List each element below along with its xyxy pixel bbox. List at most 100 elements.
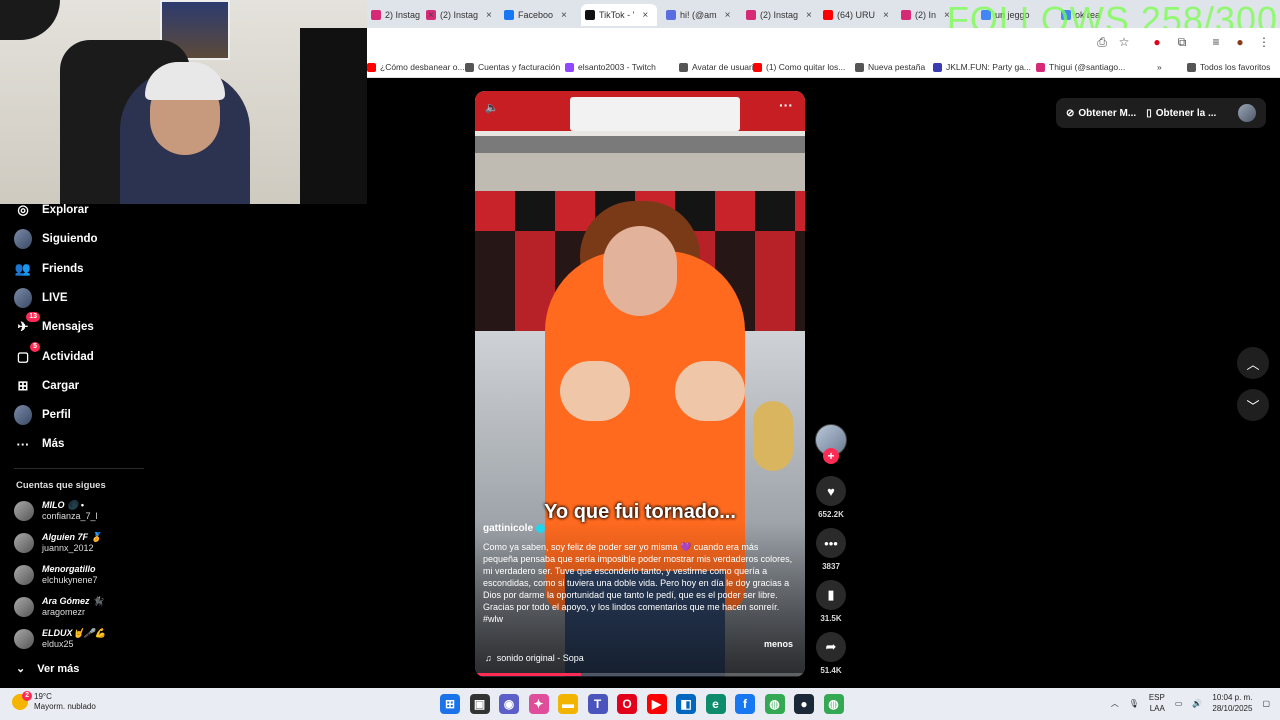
chrome-icon[interactable]: ◍ (764, 694, 785, 714)
chat-icon[interactable]: ◉ (499, 694, 519, 714)
following-account[interactable]: Alguien 7F 🏅 juannx_2012 (14, 528, 102, 558)
address-bar-row: ⎙ ☆ ● ⧉ ≡ ● ⋮ (367, 28, 1280, 56)
previous-video-button[interactable]: ︿ (1237, 347, 1269, 379)
browser-tab[interactable]: (2) Instag × (742, 4, 814, 26)
microphone-icon[interactable]: 🎙 (1129, 699, 1139, 708)
close-tab-icon[interactable]: × (725, 10, 731, 21)
edge-icon[interactable]: e (705, 694, 726, 714)
user-avatar[interactable] (1238, 104, 1256, 122)
sidebar-item-label: Perfil (42, 409, 71, 422)
close-tab-icon[interactable]: × (486, 10, 492, 21)
install-app-icon[interactable]: ⎙ (1095, 35, 1109, 49)
follow-plus-icon[interactable]: + (823, 448, 839, 464)
bookmark-label: Todos los favoritos (1200, 62, 1271, 72)
close-tab-icon[interactable]: × (561, 10, 567, 21)
get-coins-label: Obtener M... (1078, 107, 1137, 119)
media-controls-icon[interactable]: ≡ (1209, 35, 1223, 49)
teams-icon[interactable]: T (587, 694, 608, 714)
menu-icon[interactable]: ⋮ (1257, 35, 1271, 49)
comment-button[interactable]: ••• 3837 (815, 528, 847, 571)
following-account[interactable]: Ara Gómez 🐈‍⬛ aragomezr (14, 592, 103, 622)
tab-label: TikTok - ' (599, 10, 635, 20)
copilot-icon[interactable]: ✦ (528, 694, 549, 714)
show-hidden-icons-icon[interactable]: ︿ (1111, 698, 1119, 709)
bookmark-item[interactable]: Cuentas y facturación (465, 60, 560, 74)
close-tab-icon[interactable]: × (883, 10, 889, 21)
video-username[interactable]: gattinicole (483, 523, 533, 534)
weather-widget[interactable]: 2 19°C Mayorm. nublado (12, 691, 96, 712)
video-player[interactable]: 🔈 ··· Yo que fui tornado... gattinicole … (475, 91, 805, 677)
bookmark-item[interactable]: JKLM.FUN: Party ga... (933, 60, 1031, 74)
language-indicator[interactable]: ESP LAA (1149, 692, 1165, 714)
save-button[interactable]: ▮ 31.5K (815, 580, 847, 623)
like-button[interactable]: ♥ 652.2K (815, 476, 847, 519)
youtube-icon[interactable]: ▶ (646, 694, 667, 714)
sidebar-item-live[interactable]: LIVE (14, 287, 68, 309)
date: 28/10/2025 (1212, 704, 1253, 713)
bookmark-item[interactable]: elsanto2003 - Twitch (565, 60, 656, 74)
browser-tab[interactable]: TikTok - ' × (581, 4, 657, 26)
sidebar-item-ms[interactable]: ··· Más (14, 433, 65, 455)
following-account[interactable]: ELDUX🤘🎤💪 eldux25 (14, 624, 106, 654)
opera-icon[interactable]: O (617, 694, 637, 714)
more-bookmarks-icon[interactable]: » (1157, 60, 1162, 74)
less-button[interactable]: menos (764, 639, 793, 649)
screen: ok rea un jeggo (2) In × (64) URU × (2) Instag… (0, 0, 1280, 720)
video-options-icon[interactable]: ··· (779, 97, 793, 113)
sidebar-item-label: Siguiendo (42, 233, 98, 246)
sidebar-item-siguiendo[interactable]: Siguiendo (14, 228, 98, 250)
browser-tab[interactable]: hi! (@am × (662, 4, 734, 26)
sidebar-item-perfil[interactable]: Perfil (14, 404, 71, 426)
volume-icon[interactable]: 🔊 (1192, 699, 1202, 708)
sidebar-item-actividad[interactable]: ▢ 5 Actividad (14, 341, 94, 368)
video-author[interactable]: gattinicole (483, 523, 546, 534)
bookmark-item[interactable]: Thigui (@santiago... (1036, 60, 1125, 74)
following-account[interactable]: MILO 🌑 • confianza_7_l (14, 496, 98, 526)
file-explorer-icon[interactable]: ▬ (558, 694, 578, 714)
network-icon[interactable]: ▭ (1175, 699, 1183, 708)
account-avatar (14, 533, 34, 553)
close-tab-icon[interactable]: × (806, 10, 812, 21)
sidebar-item-mensajes[interactable]: ✈ 13 Mensajes (14, 312, 94, 338)
windows-start-icon[interactable]: ⊞ (440, 694, 460, 714)
bookmark-item[interactable]: Nueva pestaña (855, 60, 925, 74)
tab-label: Faceboo (518, 10, 554, 20)
notifications-icon[interactable]: ▢ (1262, 699, 1270, 708)
share-button[interactable]: ➦ 51.4K (815, 632, 847, 675)
clock[interactable]: 10:04 p. m. 28/10/2025 (1212, 692, 1252, 714)
bookmark-star-icon[interactable]: ☆ (1117, 35, 1131, 49)
video-progress-bar[interactable] (475, 673, 805, 676)
sound-link[interactable]: ♫ sonido original - Sopa (485, 653, 584, 663)
close-tab-icon[interactable]: × (428, 10, 434, 21)
get-coins-button[interactable]: ⊘ Obtener M... (1066, 108, 1136, 119)
extensions-icon[interactable]: ⧉ (1175, 35, 1189, 49)
chrome-profile-icon[interactable]: ◍ (823, 694, 844, 714)
bookmark-label: Nueva pestaña (868, 62, 926, 72)
bookmark-item[interactable]: Avatar de usuario (679, 60, 758, 74)
bookmark-item[interactable]: Todos los favoritos (1187, 60, 1270, 74)
browser-tab[interactable]: 2) Instag × (367, 4, 439, 26)
close-tab-icon[interactable]: × (642, 10, 648, 21)
store-icon[interactable]: ◧ (676, 694, 696, 714)
tab-label: (2) In (915, 10, 937, 20)
next-video-button[interactable]: ﹀ (1237, 389, 1269, 421)
mute-icon[interactable]: 🔈 (485, 101, 499, 114)
bookmark-favicon-icon (933, 62, 942, 72)
opera-extension-icon[interactable]: ● (1150, 35, 1164, 49)
steam-icon[interactable]: ● (794, 694, 814, 714)
webcam-overlay (0, 0, 367, 204)
task-view-icon[interactable]: ▣ (469, 694, 490, 714)
facebook-icon[interactable]: f (735, 694, 755, 714)
see-more-link[interactable]: ⌄ Ver más (16, 662, 79, 676)
browser-tab[interactable]: Faceboo × (500, 4, 572, 26)
browser-tab[interactable]: (64) URU × (819, 4, 891, 26)
sidebar-item-friends[interactable]: 👥 Friends (14, 258, 84, 280)
get-app-button[interactable]: ▯ Obtener la ... (1146, 108, 1216, 119)
profile-avatar-icon[interactable]: ● (1233, 35, 1247, 49)
account-display-name: Ara Gómez 🐈‍⬛ (42, 596, 104, 606)
bookmark-item[interactable]: ¿Cómo desbanear o... (367, 60, 465, 74)
chevron-down-icon: ﹀ (1246, 398, 1260, 414)
following-account[interactable]: Menorgatillo elchukynene7 (14, 560, 98, 590)
sidebar-item-cargar[interactable]: ⊞ Cargar (14, 375, 80, 397)
bookmark-item[interactable]: (1) Como quitar los... (753, 60, 845, 74)
